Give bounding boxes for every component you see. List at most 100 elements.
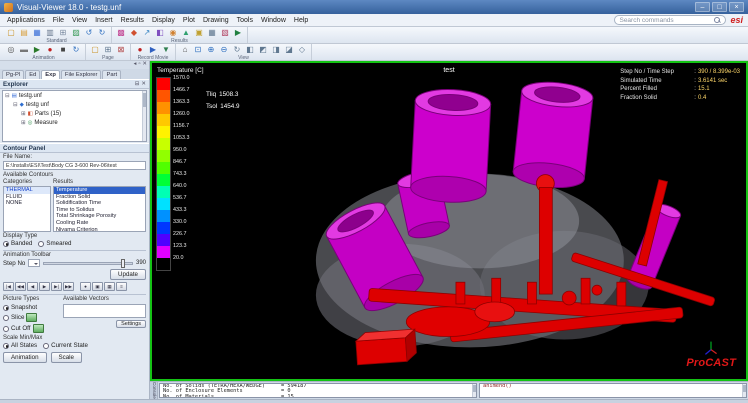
display-type-smeared-radio[interactable]: Smeared [38, 240, 71, 247]
stop-icon[interactable]: ■ [57, 44, 69, 55]
explorer-tab[interactable]: Exp [41, 70, 60, 79]
play-icon[interactable]: ▶ [31, 44, 43, 55]
table-icon[interactable]: ▦ [206, 27, 218, 38]
top-view-icon[interactable]: ◩ [257, 44, 269, 55]
animate-icon[interactable]: ▶ [232, 27, 244, 38]
first-step-button[interactable]: |◀ [3, 282, 14, 291]
movie-tool-button[interactable]: ▦ [104, 282, 115, 291]
record-button[interactable]: ● [80, 282, 91, 291]
delete-page-icon[interactable]: ⊠ [115, 44, 127, 55]
tree-expander-icon[interactable]: ⊟ [5, 93, 10, 99]
chart-icon[interactable]: ▣ [193, 27, 205, 38]
menu-item[interactable]: Applications [3, 16, 49, 25]
menu-item[interactable]: View [68, 16, 91, 25]
step-forward-button[interactable]: ▶| [51, 282, 62, 291]
open-icon[interactable]: ▤ [18, 27, 30, 38]
console-scrollbar[interactable] [472, 384, 476, 397]
save-icon[interactable]: ▦ [31, 27, 43, 38]
record-movie-icon[interactable]: ● [134, 44, 146, 55]
movie-icon[interactable]: ▶ [147, 44, 159, 55]
tree-item[interactable]: ⊟ ▤ testg.unf [3, 91, 146, 100]
iso-view-icon[interactable]: ◪ [283, 44, 295, 55]
explorer-tab[interactable]: Ed [25, 70, 40, 79]
new-page-icon[interactable]: ▢ [89, 44, 101, 55]
category-item[interactable]: THERMAL [4, 187, 50, 194]
panel-close-icon[interactable]: ✕ [142, 62, 147, 68]
step-no-dropdown[interactable] [28, 259, 40, 267]
result-item[interactable]: Total Shrinkage Porosity [54, 213, 145, 220]
search-input[interactable]: Search commands [614, 15, 726, 25]
command-console[interactable]: animend() [479, 383, 747, 398]
save-movie-icon[interactable]: ▼ [160, 44, 172, 55]
picture-type-slice-radio[interactable]: Slice [3, 314, 24, 321]
front-view-icon[interactable]: ◧ [244, 44, 256, 55]
fit-view-icon[interactable]: ⊡ [192, 44, 204, 55]
menu-item[interactable]: Window [257, 16, 290, 25]
home-view-icon[interactable]: ⌂ [179, 44, 191, 55]
vector-icon[interactable]: ↗ [141, 27, 153, 38]
snapshot-tool-button[interactable]: ▣ [92, 282, 103, 291]
anim-settings-button[interactable]: ≡ [116, 282, 127, 291]
settings-button[interactable]: Settings [116, 320, 146, 328]
result-item[interactable]: Cooling Rate [54, 220, 145, 227]
scale-all-states-radio[interactable]: All States [3, 342, 37, 349]
explorer-tab[interactable]: Part [102, 70, 121, 79]
menu-item[interactable]: Tools [233, 16, 257, 25]
command-scrollbar[interactable] [742, 384, 746, 397]
cut-section-icon[interactable]: ◧ [154, 27, 166, 38]
animation-button[interactable]: Animation [3, 352, 47, 363]
contour-icon[interactable]: ▩ [115, 27, 127, 38]
tree-item[interactable]: ⊞ ◧ Parts (15) [3, 109, 146, 118]
result-item[interactable]: Fraction Solid [54, 194, 145, 201]
explorer-close-icon[interactable]: ✕ [141, 81, 146, 87]
message-console[interactable]: No. of Solids (TETRA/HEXA/WEDGE)= 594187… [159, 383, 477, 398]
step-back-button[interactable]: ◀ [27, 282, 38, 291]
new-file-icon[interactable]: ▢ [5, 27, 17, 38]
collapse-icon[interactable]: ⊟ [135, 81, 140, 87]
redo-icon[interactable]: ↻ [96, 27, 108, 38]
scale-current-state-radio[interactable]: Current State [43, 342, 88, 349]
film-icon[interactable]: ▬ [18, 44, 30, 55]
zoom-in-icon[interactable]: ⊕ [205, 44, 217, 55]
result-item[interactable]: Temperature [54, 187, 145, 194]
legend-icon[interactable]: ▧ [219, 27, 231, 38]
menu-item[interactable]: Insert [91, 16, 117, 25]
maximize-button[interactable]: □ [712, 2, 727, 12]
picture-type-cutoff-radio[interactable]: Cut Off [3, 325, 31, 332]
rotate-view-icon[interactable]: ↻ [231, 44, 243, 55]
search-icon[interactable] [714, 17, 721, 24]
tree-expander-icon[interactable]: ⊞ [21, 120, 26, 126]
slice-tool-button[interactable] [26, 313, 37, 322]
play-button[interactable]: ▶ [39, 282, 50, 291]
step-slider[interactable] [43, 262, 133, 265]
fast-back-button[interactable]: ◀◀ [15, 282, 26, 291]
menu-item[interactable]: File [49, 16, 68, 25]
probe-icon[interactable]: ◉ [167, 27, 179, 38]
dock-icon[interactable]: ◂ [134, 62, 137, 68]
tree-item[interactable]: ⊟ ◆ testg unf [3, 100, 146, 109]
category-item[interactable]: FLUID [4, 194, 50, 201]
viewport-3d[interactable]: Temperature [C] 1570.01466.71363.31260.0… [150, 61, 748, 381]
category-item[interactable]: NONE [4, 200, 50, 207]
menu-item[interactable]: Display [148, 16, 179, 25]
display-type-banded-radio[interactable]: Banded [3, 240, 32, 247]
update-button[interactable]: Update [110, 269, 146, 280]
tree-expander-icon[interactable]: ⊞ [21, 111, 26, 117]
tree-item[interactable]: ⊞ ◎ Measure [3, 118, 146, 127]
picture-type-snapshot-radio[interactable]: Snapshot [3, 304, 59, 311]
tree-scrollbar[interactable] [142, 91, 146, 141]
menu-item[interactable]: Drawing [199, 16, 233, 25]
page-layout-icon[interactable]: ⊞ [102, 44, 114, 55]
menu-item[interactable]: Help [290, 16, 312, 25]
menu-item[interactable]: Results [117, 16, 148, 25]
explorer-tab[interactable]: File Explorer [61, 70, 102, 79]
side-view-icon[interactable]: ◨ [270, 44, 282, 55]
zoom-out-icon[interactable]: ⊖ [218, 44, 230, 55]
scale-button[interactable]: Scale [51, 352, 82, 363]
file-path-field[interactable]: E:\Installs\ESI\Test\Body CG 3-600 Rev-0… [3, 161, 146, 170]
minimize-button[interactable]: – [695, 2, 710, 12]
cutoff-tool-button[interactable] [33, 324, 44, 333]
image-icon[interactable]: ▨ [70, 27, 82, 38]
last-step-button[interactable]: ▶▶ [63, 282, 74, 291]
menu-item[interactable]: Plot [179, 16, 199, 25]
